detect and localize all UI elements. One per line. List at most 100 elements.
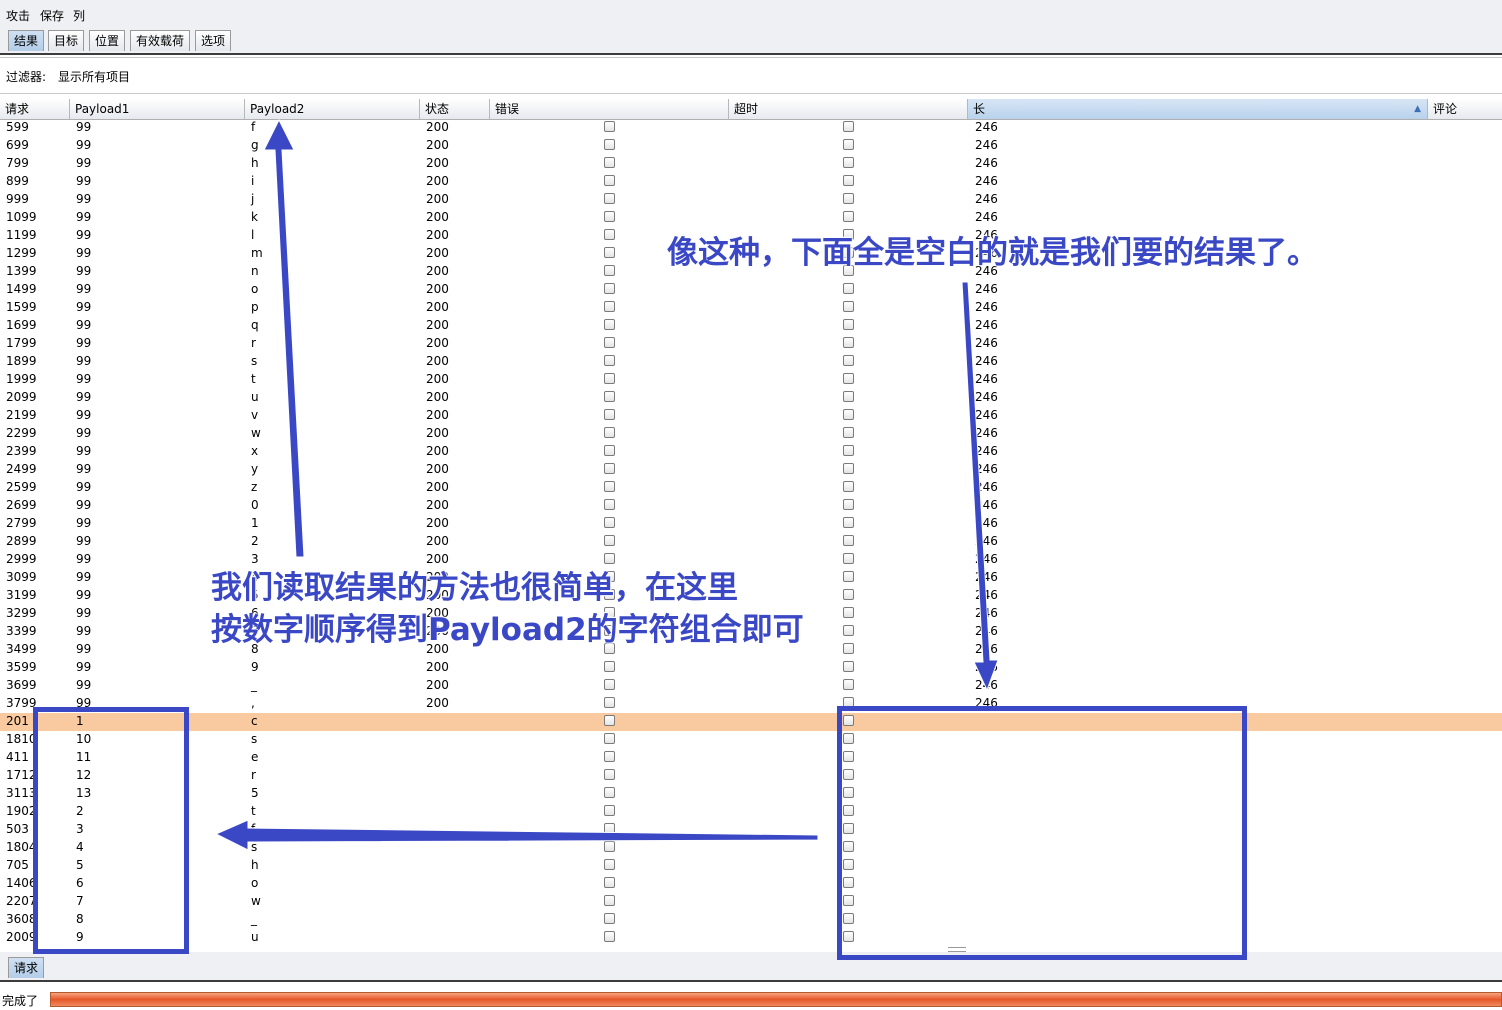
table-row[interactable]: 201 1 c bbox=[0, 713, 1502, 731]
cell-payload1: 99 bbox=[76, 354, 92, 368]
cell-payload1: 99 bbox=[76, 606, 92, 620]
timeout-checkbox bbox=[843, 355, 854, 366]
cell-status: 200 bbox=[426, 696, 449, 710]
sort-ascending-icon: ▲ bbox=[1414, 104, 1421, 114]
tab-options[interactable]: 选项 bbox=[195, 30, 232, 51]
table-row[interactable]: 899 99 i 200 246 bbox=[0, 173, 1502, 191]
table-row[interactable]: 1902 2 t bbox=[0, 803, 1502, 821]
table-row[interactable]: 2499 99 y 200 246 bbox=[0, 461, 1502, 479]
cell-payload1: 99 bbox=[76, 228, 92, 242]
timeout-checkbox bbox=[843, 679, 854, 690]
table-row[interactable]: 799 99 h 200 246 bbox=[0, 155, 1502, 173]
cell-payload1: 99 bbox=[76, 246, 92, 260]
cell-status: 200 bbox=[426, 174, 449, 188]
error-checkbox bbox=[604, 247, 615, 258]
column-header-request[interactable]: 请求 bbox=[0, 99, 70, 119]
column-header-error[interactable]: 错误 bbox=[490, 99, 729, 119]
table-row[interactable]: 3599 99 9 200 246 bbox=[0, 659, 1502, 677]
table-row[interactable]: 999 99 j 200 246 bbox=[0, 191, 1502, 209]
cell-length: 246 bbox=[975, 318, 998, 332]
table-row[interactable]: 2199 99 v 200 246 bbox=[0, 407, 1502, 425]
table-row[interactable]: 2699 99 0 200 246 bbox=[0, 497, 1502, 515]
error-checkbox bbox=[604, 391, 615, 402]
timeout-checkbox bbox=[843, 463, 854, 474]
cell-payload1: 99 bbox=[76, 174, 92, 188]
table-row[interactable]: 2009 9 u bbox=[0, 929, 1502, 945]
column-header-payload1[interactable]: Payload1 bbox=[70, 99, 245, 119]
table-row[interactable]: 2899 99 2 200 246 bbox=[0, 533, 1502, 551]
table-row[interactable]: 699 99 g 200 246 bbox=[0, 137, 1502, 155]
table-row[interactable]: 2399 99 x 200 246 bbox=[0, 443, 1502, 461]
cell-payload1: 99 bbox=[76, 498, 92, 512]
cell-status: 200 bbox=[426, 120, 449, 134]
table-row[interactable]: 1799 99 r 200 246 bbox=[0, 335, 1502, 353]
table-row[interactable]: 1899 99 s 200 246 bbox=[0, 353, 1502, 371]
table-row[interactable]: 1499 99 o 200 246 bbox=[0, 281, 1502, 299]
menu-attack[interactable]: 攻击 bbox=[6, 7, 30, 24]
cell-payload2: 3 bbox=[251, 552, 259, 566]
error-checkbox bbox=[604, 229, 615, 240]
cell-payload2: 0 bbox=[251, 498, 259, 512]
table-row[interactable]: 411 11 e bbox=[0, 749, 1502, 767]
table-row[interactable]: 1406 6 o bbox=[0, 875, 1502, 893]
table-row[interactable]: 2299 99 w 200 246 bbox=[0, 425, 1502, 443]
table-row[interactable]: 599 99 f 200 246 bbox=[0, 119, 1502, 137]
table-row[interactable]: 3699 99 _ 200 246 bbox=[0, 677, 1502, 695]
column-header-timeout[interactable]: 超时 bbox=[729, 99, 968, 119]
table-row[interactable]: 2599 99 z 200 246 bbox=[0, 479, 1502, 497]
column-header-status[interactable]: 状态 bbox=[420, 99, 490, 119]
column-header-length[interactable]: 长 ▲ bbox=[968, 99, 1428, 119]
cell-payload2: h bbox=[251, 156, 259, 170]
error-checkbox bbox=[604, 787, 615, 798]
table-row[interactable]: 1599 99 p 200 246 bbox=[0, 299, 1502, 317]
cell-status: 200 bbox=[426, 552, 449, 566]
table-row[interactable]: 1810 10 s bbox=[0, 731, 1502, 749]
menu-columns[interactable]: 列 bbox=[73, 7, 85, 24]
cell-request: 3099 bbox=[6, 570, 37, 584]
filter-bar[interactable]: 过滤器: 显示所有项目 bbox=[0, 57, 1502, 94]
tab-positions[interactable]: 位置 bbox=[89, 30, 126, 51]
column-header-payload2[interactable]: Payload2 bbox=[245, 99, 420, 119]
cell-length: 246 bbox=[975, 372, 998, 386]
menu-save[interactable]: 保存 bbox=[40, 7, 64, 24]
table-row[interactable]: 2799 99 1 200 246 bbox=[0, 515, 1502, 533]
cell-status: 200 bbox=[426, 156, 449, 170]
cell-status: 200 bbox=[426, 660, 449, 674]
filter-value[interactable]: 显示所有项目 bbox=[58, 68, 130, 85]
error-checkbox bbox=[604, 859, 615, 870]
cell-length: 246 bbox=[975, 138, 998, 152]
tab-target[interactable]: 目标 bbox=[48, 30, 85, 51]
tab-request[interactable]: 请求 bbox=[8, 957, 45, 978]
table-row[interactable]: 3799 99, 200 246 bbox=[0, 695, 1502, 713]
error-checkbox bbox=[604, 319, 615, 330]
table-row[interactable]: 503 3 f bbox=[0, 821, 1502, 839]
cell-payload2: y bbox=[251, 462, 259, 476]
cell-length: 246 bbox=[975, 156, 998, 170]
tab-payloads[interactable]: 有效载荷 bbox=[130, 30, 191, 51]
table-row[interactable]: 1999 99 t 200 246 bbox=[0, 371, 1502, 389]
cell-status: 200 bbox=[426, 480, 449, 494]
table-row[interactable]: 1712 12 r bbox=[0, 767, 1502, 785]
table-row[interactable]: 1099 99 k 200 246 bbox=[0, 209, 1502, 227]
cell-payload2: _ bbox=[251, 678, 257, 692]
table-row[interactable]: 2099 99 u 200 246 bbox=[0, 389, 1502, 407]
table-row[interactable]: 2207 7 w bbox=[0, 893, 1502, 911]
error-checkbox bbox=[604, 409, 615, 420]
cell-status: 200 bbox=[426, 138, 449, 152]
cell-request: 3699 bbox=[6, 678, 37, 692]
table-row[interactable]: 3608 8 _ bbox=[0, 911, 1502, 929]
table-row[interactable]: 1699 99 q 200 246 bbox=[0, 317, 1502, 335]
cell-status: 200 bbox=[426, 534, 449, 548]
cell-payload2: u bbox=[251, 390, 259, 404]
table-row[interactable]: 1804 4 s bbox=[0, 839, 1502, 857]
cell-payload1: 99 bbox=[76, 264, 92, 278]
error-checkbox bbox=[604, 157, 615, 168]
cell-request: 2299 bbox=[6, 426, 37, 440]
table-row[interactable]: 705 5 h bbox=[0, 857, 1502, 875]
cell-request: 1599 bbox=[6, 300, 37, 314]
cell-length: 246 bbox=[975, 336, 998, 350]
cell-length: 246 bbox=[975, 192, 998, 206]
column-header-comment[interactable]: 评论 bbox=[1428, 99, 1502, 119]
table-row[interactable]: 3113 13 5 bbox=[0, 785, 1502, 803]
tab-results[interactable]: 结果 bbox=[8, 30, 45, 51]
